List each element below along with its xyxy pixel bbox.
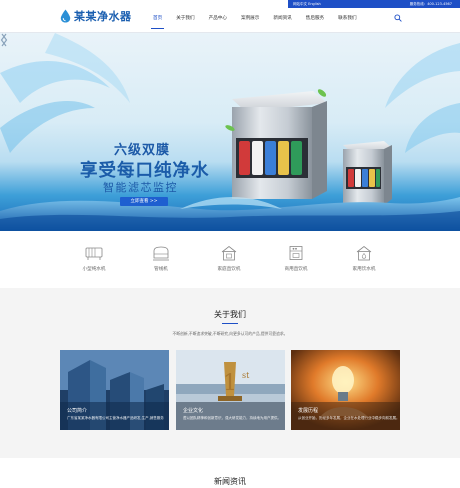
card-title: 企业文化 bbox=[183, 408, 204, 414]
search-icon[interactable] bbox=[394, 14, 402, 22]
logo-text: 某某净水器 bbox=[74, 10, 132, 23]
nav-item-contact[interactable]: 联系我们 bbox=[338, 12, 356, 26]
about-card-company[interactable]: 公司简介 广东省某某净水器有限公司主营净水器产品研发,生产,销售服务 bbox=[60, 350, 169, 430]
banner-line-1: 六级双膜 bbox=[114, 143, 171, 158]
about-title: 关于我们 bbox=[214, 310, 246, 319]
banner-line-3: 智能滤芯监控 bbox=[103, 181, 178, 194]
language-bar: 网站中文 English 服务热线：400-123-4567 bbox=[288, 0, 460, 8]
category-label: 家庭直饮机 bbox=[217, 267, 241, 272]
water-purifier-icon bbox=[85, 247, 103, 260]
card-text: 从创业开始，历经多年发展，企业在水处理行业中稳步向前发展。 bbox=[298, 416, 400, 420]
header: 某某净水器 网站中文 English 服务热线：400-123-4567 首页 … bbox=[0, 0, 460, 33]
card-title: 发展历程 bbox=[298, 408, 319, 414]
category-item-water-dispenser[interactable]: 家用饮水机 bbox=[334, 245, 394, 272]
hero-banner: 六级双膜 享受每口纯净水 智能滤芯监控 立即查看 >> bbox=[0, 33, 460, 231]
about-card-history[interactable]: 发展历程 从创业开始，历经多年发展，企业在水处理行业中稳步向前发展。 bbox=[291, 350, 400, 430]
category-item-pipeline[interactable]: 管线机 bbox=[131, 245, 191, 272]
hotline-text: 服务热线：400-123-4567 bbox=[409, 1, 452, 6]
nav-item-home[interactable]: 首页 bbox=[150, 12, 165, 29]
about-section: 关于我们 不断创新,不断追求突破,不断研究,向更多认可的产品,提供可靠追求。 公… bbox=[0, 288, 460, 458]
view-now-button[interactable]: 立即查看 >> bbox=[120, 197, 168, 206]
nav-item-about[interactable]: 关于我们 bbox=[176, 12, 194, 26]
category-label: 家用饮水机 bbox=[352, 267, 376, 272]
category-label: 小型纯水机 bbox=[82, 267, 106, 272]
commercial-drinker-icon bbox=[289, 246, 303, 260]
category-item-small-purifier[interactable]: 小型纯水机 bbox=[64, 245, 124, 272]
about-description: 不断创新,不断追求突破,不断研究,向更多认可的产品,提供可靠追求。 bbox=[172, 331, 288, 336]
banner-artwork bbox=[0, 33, 460, 231]
svg-text:1: 1 bbox=[223, 371, 237, 396]
nav-item-products[interactable]: 产品中心 bbox=[209, 12, 227, 26]
category-label: 管线机 bbox=[154, 267, 168, 272]
card-text: 广东省某某净水器有限公司主营净水器产品研发,生产,销售服务 bbox=[67, 416, 164, 420]
svg-text:st: st bbox=[242, 371, 250, 380]
pipeline-machine-icon bbox=[153, 246, 169, 261]
main-nav: 首页 关于我们 产品中心 案例展示 新闻资讯 售后服务 联系我们 bbox=[150, 12, 371, 29]
nav-item-service[interactable]: 售后服务 bbox=[306, 12, 324, 26]
category-strip: 小型纯水机 管线机 家庭直饮机 商用直饮机 家用饮水机 bbox=[0, 231, 460, 288]
category-item-commercial-drinker[interactable]: 商用直饮机 bbox=[266, 245, 326, 272]
nav-item-news[interactable]: 新闻资讯 bbox=[273, 12, 291, 26]
logo[interactable]: 某某净水器 bbox=[60, 8, 132, 24]
category-label: 商用直饮机 bbox=[284, 267, 308, 272]
title-underline bbox=[222, 323, 238, 324]
news-section-title: 新闻资讯 bbox=[214, 477, 246, 486]
chevron-right-icon[interactable] bbox=[0, 33, 8, 47]
category-item-home-drinker[interactable]: 家庭直饮机 bbox=[199, 245, 259, 272]
page: 某某净水器 网站中文 English 服务热线：400-123-4567 首页 … bbox=[0, 0, 460, 488]
home-drinker-icon bbox=[221, 245, 237, 261]
card-title: 公司简介 bbox=[67, 408, 88, 414]
water-dispenser-icon bbox=[356, 245, 372, 261]
language-switch[interactable]: 网站中文 English bbox=[293, 2, 321, 7]
card-text: 遵以团队精神和创新意识，强大研发能力，持续地为用户提供。 bbox=[183, 416, 281, 420]
water-drop-icon bbox=[60, 9, 71, 23]
about-card-culture[interactable]: 1 st 企业文化 遵以团队精神和创新意识，强大研发能力，持续地为用户提供。 bbox=[176, 350, 285, 430]
nav-item-cases[interactable]: 案例展示 bbox=[241, 12, 259, 26]
